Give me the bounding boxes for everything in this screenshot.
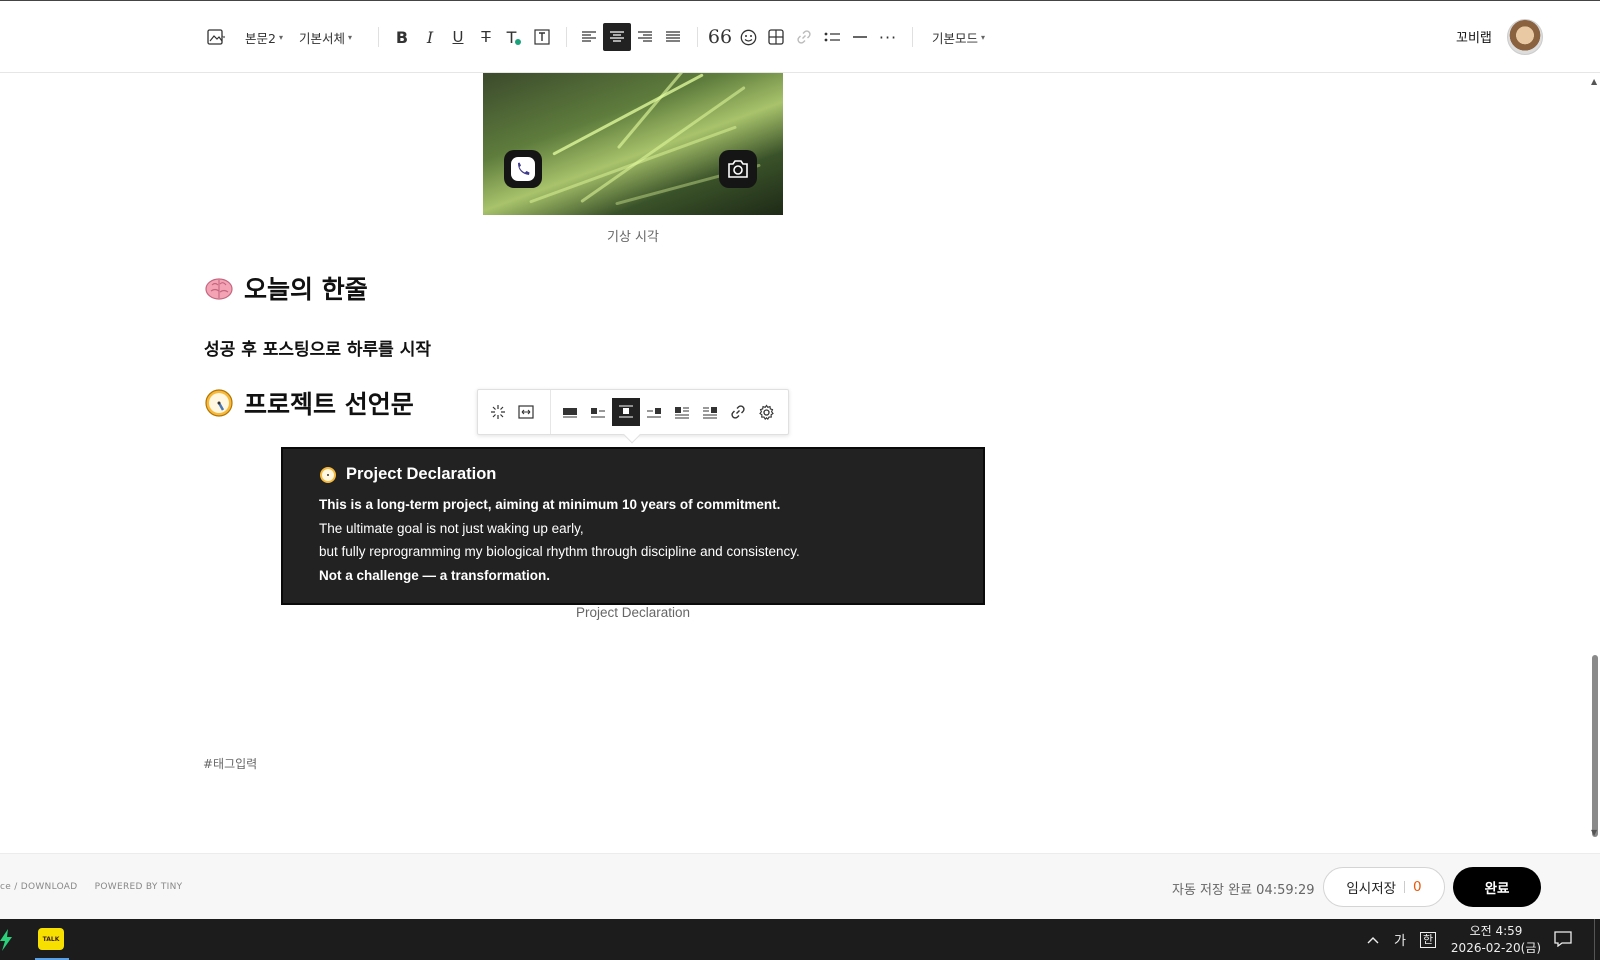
wrap-left-icon[interactable]: [668, 398, 696, 426]
chevron-down-icon: ▾: [981, 32, 986, 42]
show-desktop-button[interactable]: [1594, 919, 1595, 960]
scrollbar-thumb[interactable]: [1592, 655, 1598, 837]
gear-icon[interactable]: [752, 398, 780, 426]
resize-width-icon[interactable]: [512, 398, 540, 426]
heading-daily-line[interactable]: 오늘의 한줄: [204, 270, 368, 306]
autosave-status: 자동 저장 완료 04:59:29: [1172, 879, 1315, 898]
more-icon[interactable]: ···: [874, 23, 902, 51]
scroll-down-icon[interactable]: ▼: [1591, 828, 1597, 837]
chevron-down-icon: ▾: [348, 32, 353, 42]
heading-project-declaration[interactable]: 프로젝트 선언문: [204, 385, 414, 421]
divider: [912, 27, 913, 47]
compass-icon: [319, 466, 337, 484]
divider: [378, 27, 379, 47]
publish-button[interactable]: 완료: [1453, 867, 1541, 907]
image-insert-icon[interactable]: [202, 23, 230, 51]
heading-text: 프로젝트 선언문: [244, 390, 414, 419]
user-name[interactable]: 꼬비랩: [1456, 27, 1492, 46]
bullet-list-icon[interactable]: [818, 23, 846, 51]
scrollbar[interactable]: ▲ ▼: [1590, 73, 1600, 853]
editor-mode-label: 기본모드: [932, 30, 979, 46]
table-icon[interactable]: [762, 23, 790, 51]
ime-language[interactable]: 가: [1394, 919, 1406, 960]
italic-icon[interactable]: I: [416, 23, 444, 51]
declaration-line: Not a challenge — a transformation.: [319, 567, 551, 583]
align-center-icon[interactable]: [603, 23, 631, 51]
text-color-icon[interactable]: T: [500, 23, 528, 51]
link-icon[interactable]: [790, 23, 818, 51]
footer-links: ce / DOWNLOAD POWERED BY TINY: [0, 882, 196, 892]
powered-by-link[interactable]: POWERED BY TINY: [95, 882, 183, 892]
editor-toolbar: 본문2 ▾ 기본서체 ▾ B I U T T 66 ··· 기본모드 ▾ 꼬비랩: [0, 0, 1600, 73]
paragraph-style-label: 본문2: [245, 30, 276, 46]
project-declaration-image[interactable]: Project Declaration This is a long-term …: [281, 447, 985, 605]
ime-mode-icon[interactable]: 한: [1420, 919, 1437, 960]
align-left-icon[interactable]: [575, 23, 603, 51]
brain-icon: [204, 273, 234, 303]
divider: [550, 390, 551, 434]
tag-input[interactable]: #태그입력: [203, 755, 257, 772]
quote-icon[interactable]: 66: [706, 23, 734, 51]
horizontal-line-icon[interactable]: [846, 23, 874, 51]
tray-overflow-icon[interactable]: [1366, 919, 1380, 960]
font-family-label: 기본서체: [299, 30, 346, 46]
phone-icon: [504, 150, 542, 188]
editor-footer: ce / DOWNLOAD POWERED BY TINY 자동 저장 완료 0…: [0, 853, 1600, 919]
declaration-line: The ultimate goal is not just waking up …: [319, 520, 584, 536]
editor-content[interactable]: 기상 시각 오늘의 한줄 성공 후 포스팅으로 하루를 시작 프로젝트 선언문: [0, 73, 1590, 853]
windows-taskbar: TALK 가 한 오전 4:59 2026-02-20(금): [0, 919, 1600, 960]
save-draft-label: 임시저장: [1346, 881, 1397, 897]
strikethrough-icon[interactable]: T: [472, 23, 500, 51]
align-justify-icon[interactable]: [659, 23, 687, 51]
sparkle-effect-icon[interactable]: [484, 398, 512, 426]
draft-count: 0: [1413, 879, 1422, 895]
underline-icon[interactable]: U: [444, 23, 472, 51]
paragraph-style-select[interactable]: 본문2 ▾: [245, 25, 283, 49]
system-clock[interactable]: 오전 4:59 2026-02-20(금): [1446, 923, 1546, 957]
image-link-icon[interactable]: [724, 398, 752, 426]
layout-left-icon[interactable]: [584, 398, 612, 426]
kakaotalk-taskbar-button[interactable]: TALK: [35, 919, 69, 960]
autosave-time: 04:59:29: [1256, 883, 1315, 898]
autosave-label: 자동 저장 완료: [1172, 883, 1253, 898]
bold-icon[interactable]: B: [388, 23, 416, 51]
scroll-up-icon[interactable]: ▲: [1591, 77, 1597, 86]
declaration-caption[interactable]: Project Declaration: [281, 605, 985, 620]
editor-mode-select[interactable]: 기본모드 ▾: [932, 25, 985, 49]
text-background-icon[interactable]: [528, 23, 556, 51]
toolbar-pointer: [623, 426, 641, 444]
wrap-right-icon[interactable]: [696, 398, 724, 426]
divider: [697, 27, 698, 47]
image-caption[interactable]: 기상 시각: [483, 226, 783, 245]
declaration-line: but fully reprogramming my biological rh…: [319, 544, 800, 559]
divider: [1404, 881, 1406, 893]
clock-date: 2026-02-20(금): [1450, 941, 1542, 955]
ime-mode-label: 한: [1420, 931, 1437, 948]
declaration-title-text: Project Declaration: [346, 465, 497, 483]
font-family-select[interactable]: 기본서체 ▾: [299, 25, 352, 49]
kakaotalk-icon: TALK: [38, 928, 64, 950]
align-right-icon[interactable]: [631, 23, 659, 51]
download-link[interactable]: ce / DOWNLOAD: [0, 882, 78, 892]
chevron-down-icon: ▾: [278, 32, 283, 42]
wake-time-photo[interactable]: [483, 73, 783, 215]
image-toolbar: [477, 389, 789, 444]
camera-icon: [719, 150, 757, 188]
clock-time: 오전 4:59: [1469, 924, 1523, 938]
notification-icon[interactable]: [1554, 931, 1572, 948]
emoji-icon[interactable]: [734, 23, 762, 51]
save-draft-button[interactable]: 임시저장 0: [1323, 867, 1445, 907]
layout-center-icon[interactable]: [612, 398, 640, 426]
declaration-line: This is a long-term project, aiming at m…: [319, 497, 781, 512]
bold-paragraph[interactable]: 성공 후 포스팅으로 하루를 시작: [204, 335, 431, 360]
avatar[interactable]: [1507, 19, 1543, 55]
layout-right-icon[interactable]: [640, 398, 668, 426]
layout-full-icon[interactable]: [556, 398, 584, 426]
compass-icon: [204, 388, 234, 418]
divider: [566, 27, 567, 47]
heading-text: 오늘의 한줄: [244, 275, 368, 304]
app-icon[interactable]: [0, 929, 12, 951]
declaration-title: Project Declaration: [319, 465, 947, 484]
